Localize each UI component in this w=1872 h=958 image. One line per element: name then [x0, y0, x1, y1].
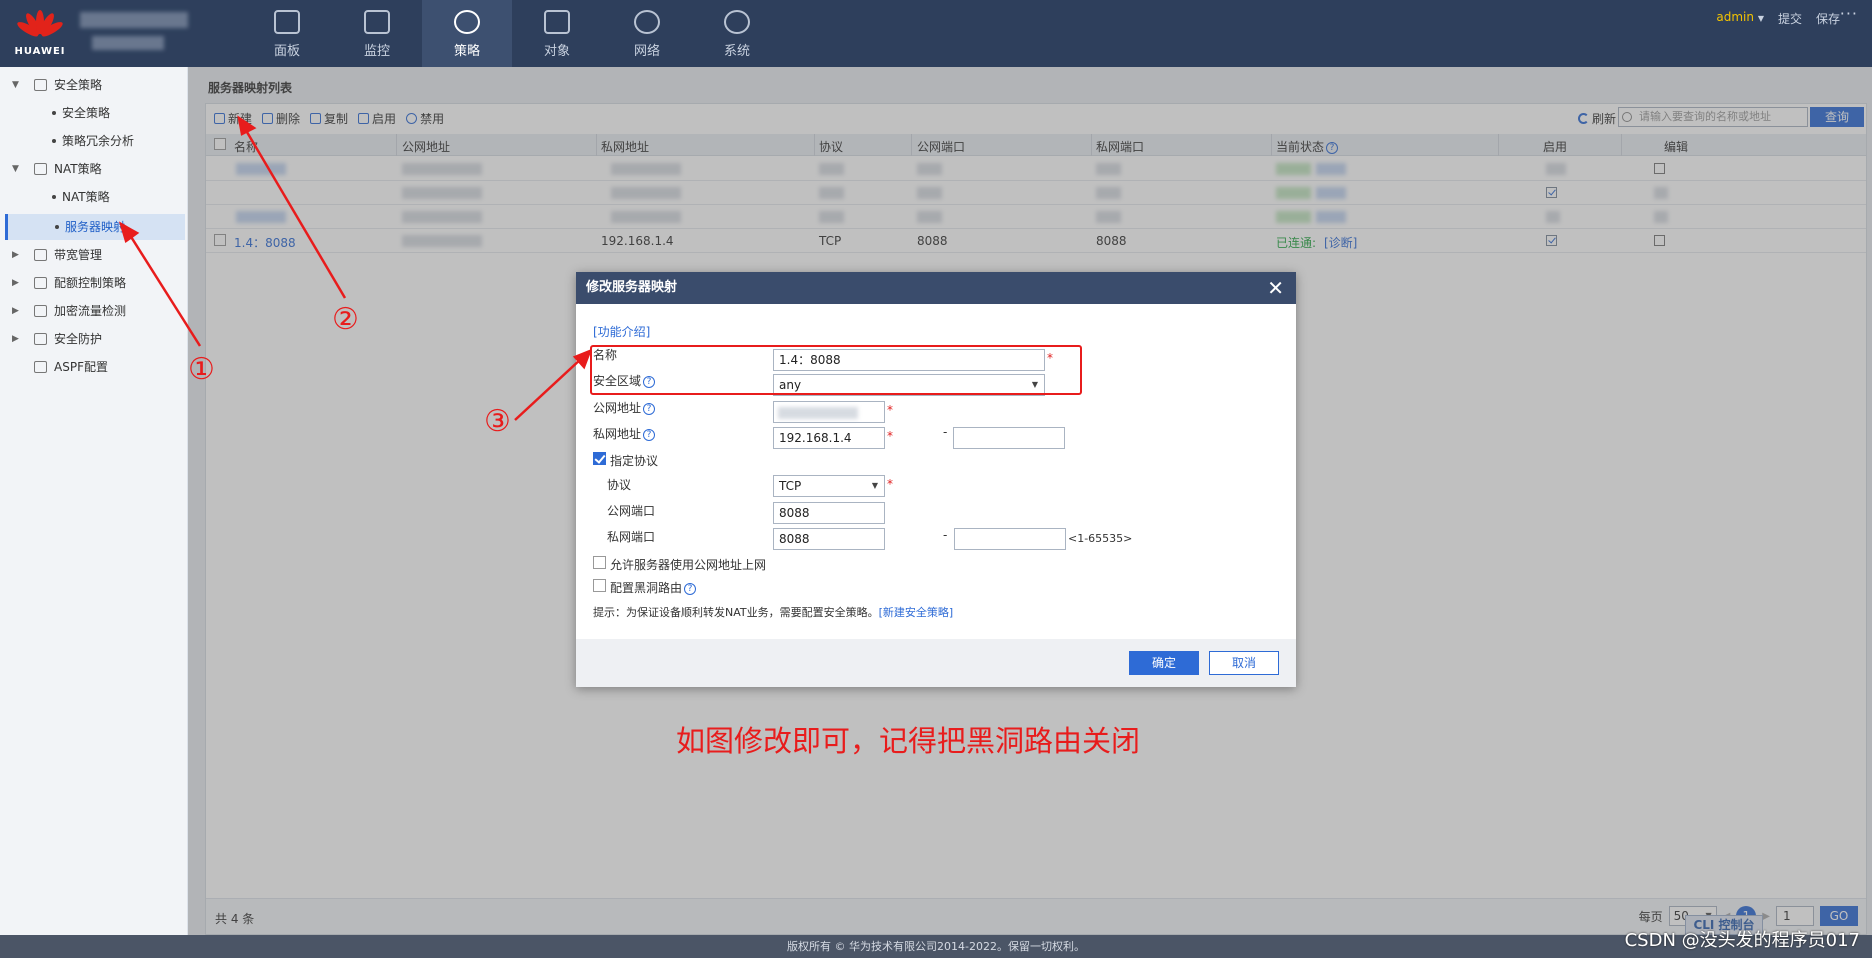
- public-address-label: 公网地址?: [593, 399, 656, 416]
- huawei-logo[interactable]: HUAWEI: [12, 8, 68, 60]
- cloud-icon: [34, 305, 47, 317]
- public-port-input[interactable]: 8088: [773, 502, 885, 524]
- private-address-label: 私网地址?: [593, 425, 656, 442]
- hint-text: 提示：为保证设备顺利转发NAT业务，需要配置安全策略。[新建安全策略]: [593, 606, 954, 619]
- csdn-watermark: CSDN @没头发的程序员017: [1624, 930, 1860, 951]
- help-icon[interactable]: ?: [684, 583, 697, 595]
- annotation-marker-2: ②: [332, 302, 359, 337]
- nav-dashboard[interactable]: 面板: [242, 0, 332, 67]
- annotation-note: 如图修改即可，记得把黑洞路由关闭: [676, 724, 1141, 758]
- shield-icon: [34, 333, 47, 345]
- sidebar-item-security-policy-sub[interactable]: 安全策略: [0, 100, 188, 126]
- quota-icon: [34, 277, 47, 289]
- sidebar-item-bandwidth[interactable]: ▶ 带宽管理: [0, 242, 188, 268]
- required-mark: *: [887, 429, 893, 443]
- sidebar-item-encrypted-traffic[interactable]: ▶ 加密流量检测: [0, 298, 188, 324]
- protocol-select[interactable]: TCP: [773, 475, 885, 497]
- nav-network[interactable]: 网络: [602, 0, 692, 67]
- sidebar-item-policy-redundancy[interactable]: 策略冗余分析: [0, 128, 188, 154]
- device-name-blurred: [80, 12, 188, 28]
- public-address-blurred: [778, 407, 858, 419]
- logo-text: HUAWEI: [14, 46, 66, 57]
- aspf-icon: [34, 361, 47, 373]
- annotation-marker-1: ①: [188, 352, 215, 387]
- gear-icon: [724, 10, 750, 34]
- dialog-footer: 确定 取消: [576, 639, 1296, 687]
- caret-down-icon: ▼: [12, 164, 19, 174]
- help-icon[interactable]: ?: [643, 403, 656, 415]
- dialog-header: 修改服务器映射 ✕: [576, 272, 1296, 304]
- nav-policy[interactable]: 策略: [422, 0, 512, 67]
- dialog-title: 修改服务器映射: [586, 280, 678, 295]
- caret-down-icon: ▼: [12, 80, 19, 90]
- sidebar-item-nat-policy-sub[interactable]: NAT策略: [0, 184, 188, 210]
- huawei-logo-icon: [15, 8, 65, 39]
- blackhole-route-label: 配置黑洞路由?: [610, 579, 697, 596]
- copyright-footer: 版权所有 © 华为技术有限公司2014-2022。保留一切权利。: [0, 935, 1872, 958]
- edit-server-mapping-dialog: 修改服务器映射 ✕ [功能介绍] 名称 安全区域? 公网地址? 私网地址? - …: [576, 272, 1296, 687]
- annotation-marker-3: ③: [484, 404, 511, 439]
- sidebar-item-quota[interactable]: ▶ 配额控制策略: [0, 270, 188, 296]
- public-address-input[interactable]: [773, 401, 885, 423]
- private-address-end-input[interactable]: [953, 427, 1065, 449]
- sidebar-item-security-protection[interactable]: ▶ 安全防护: [0, 326, 188, 352]
- sidebar: ▼ 安全策略 安全策略 策略冗余分析 ▼ NAT策略 NAT策略 服务器映射 ▶ 带宽…: [0, 67, 188, 935]
- caret-right-icon: ▶: [12, 250, 19, 260]
- top-header: HUAWEI 面板 监控 策略 对象 网络 系统 admin ▼ 提交 保存 ·…: [0, 0, 1872, 67]
- allow-public-checkbox[interactable]: [593, 556, 606, 569]
- help-icon[interactable]: ?: [643, 429, 656, 441]
- user-menu[interactable]: admin ▼: [1716, 10, 1764, 27]
- required-mark: *: [887, 477, 893, 491]
- private-port-end-input[interactable]: [954, 528, 1066, 550]
- security-policy-icon: [34, 79, 47, 91]
- sidebar-item-server-mapping[interactable]: 服务器映射: [5, 214, 185, 240]
- more-menu-icon[interactable]: ···: [1840, 4, 1858, 23]
- main-nav: 面板 监控 策略 对象 网络 系统: [242, 0, 782, 67]
- nav-monitor[interactable]: 监控: [332, 0, 422, 67]
- blackhole-route-checkbox[interactable]: [593, 579, 606, 592]
- chevron-down-icon: ▼: [1757, 14, 1764, 23]
- dashboard-icon: [274, 10, 300, 34]
- bandwidth-icon: [34, 249, 47, 261]
- private-address-input[interactable]: 192.168.1.4: [773, 427, 885, 449]
- nav-system[interactable]: 系统: [692, 0, 782, 67]
- sidebar-item-nat-policy[interactable]: ▼ NAT策略: [0, 156, 188, 182]
- monitor-icon: [364, 10, 390, 34]
- ok-button[interactable]: 确定: [1129, 651, 1199, 675]
- submit-button[interactable]: 提交: [1778, 10, 1802, 27]
- required-mark: *: [887, 403, 893, 417]
- nav-object[interactable]: 对象: [512, 0, 602, 67]
- private-port-input[interactable]: 8088: [773, 528, 885, 550]
- cancel-button[interactable]: 取消: [1209, 651, 1279, 675]
- device-model-blurred: [92, 36, 164, 50]
- caret-right-icon: ▶: [12, 278, 19, 288]
- sidebar-item-security-policy[interactable]: ▼ 安全策略: [0, 72, 188, 98]
- specify-protocol-checkbox[interactable]: [593, 452, 606, 465]
- feature-intro-link[interactable]: [功能介绍]: [593, 323, 650, 340]
- network-icon: [634, 10, 660, 34]
- save-button[interactable]: 保存: [1816, 10, 1840, 27]
- compass-icon: [454, 10, 480, 34]
- highlight-box: [590, 345, 1082, 395]
- sidebar-item-aspf[interactable]: ASPF配置: [0, 354, 188, 380]
- caret-right-icon: ▶: [12, 334, 19, 344]
- caret-right-icon: ▶: [12, 306, 19, 316]
- header-actions: admin ▼ 提交 保存: [1716, 10, 1840, 27]
- object-icon: [544, 10, 570, 34]
- new-security-policy-link[interactable]: [新建安全策略]: [879, 606, 954, 619]
- close-icon[interactable]: ✕: [1267, 272, 1284, 304]
- nat-icon: [34, 163, 47, 175]
